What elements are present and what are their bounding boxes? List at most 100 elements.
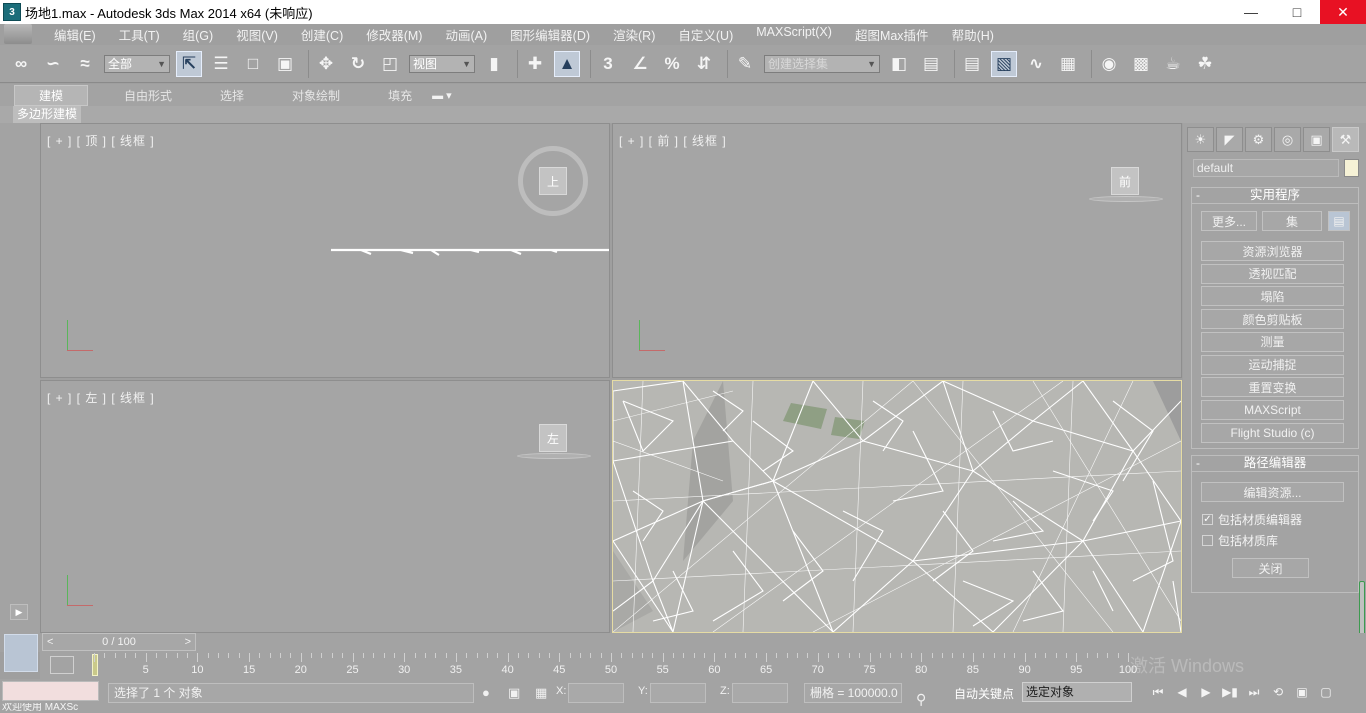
x-coordinate-field[interactable] (568, 683, 624, 703)
sets-button[interactable]: 集 (1262, 211, 1322, 231)
viewport-left[interactable]: [ + ] [ 左 ] [ 线框 ] 左 (40, 380, 610, 633)
menu-item[interactable]: 视图(V) (236, 25, 278, 44)
select-manipulate-icon[interactable]: ✚ (522, 51, 548, 77)
selection-set-dropdown[interactable]: 选定对象 (1022, 682, 1132, 702)
include-material-editor-checkbox[interactable]: ✓ 包括材质编辑器 (1202, 511, 1302, 528)
link-icon[interactable]: ∞ (8, 51, 34, 77)
graphite-ribbon-icon[interactable]: ▧ (991, 50, 1017, 77)
menu-item[interactable]: 创建(C) (301, 25, 343, 44)
menu-item[interactable]: 动画(A) (445, 25, 487, 44)
unlink-icon[interactable]: ∽ (40, 51, 66, 77)
go-to-end-icon[interactable]: ⏭ (1242, 683, 1266, 701)
close-rollout-button[interactable]: 关闭 (1232, 558, 1309, 578)
menu-item[interactable]: 修改器(M) (366, 25, 422, 44)
curve-editor-icon[interactable]: ∿ (1023, 51, 1049, 77)
orbit-icon[interactable]: ⟲ (1266, 683, 1290, 701)
viewcube-ring[interactable] (517, 453, 591, 459)
previous-frame-icon[interactable]: ◀ (1170, 683, 1194, 701)
auto-key-button[interactable]: 自动关键点 (954, 685, 1014, 702)
utility-button[interactable]: 资源浏览器 (1201, 241, 1344, 261)
viewcube-icon[interactable]: 前 (1111, 167, 1139, 195)
menu-item[interactable]: 自定义(U) (678, 25, 733, 44)
select-by-name-icon[interactable]: ☰ (208, 51, 234, 77)
menu-item[interactable]: 组(G) (183, 25, 214, 44)
tab-object-paint[interactable]: 对象绘制 (280, 85, 352, 106)
key-icon[interactable]: ⚲ (916, 691, 926, 708)
lock-selection-icon[interactable]: ▣ (508, 685, 520, 701)
utility-button[interactable]: 测量 (1201, 331, 1344, 352)
utility-button[interactable]: 运动捕捉 (1201, 354, 1344, 375)
align-icon[interactable]: ▤ (918, 51, 944, 77)
menu-item[interactable]: 编辑(E) (54, 25, 96, 44)
window-crossing-icon[interactable]: ▣ (272, 51, 298, 77)
tab-selection[interactable]: 选择 (208, 85, 256, 106)
render-production-icon[interactable]: ☘ (1192, 51, 1218, 77)
viewport-perspective[interactable] (612, 380, 1182, 633)
track-ruler[interactable]: 5 10 15 20 25 30 35 40 45 50 55 60 65 70 75 80 85 90 95 100 (92, 652, 1182, 679)
motion-tab-icon[interactable]: ◎ (1274, 127, 1301, 152)
reference-coordinate-dropdown[interactable]: 视图 ▼ (409, 54, 475, 73)
utility-button[interactable]: MAXScript (1201, 399, 1344, 420)
named-selection-dropdown[interactable]: 创建选择集 ▼ (764, 54, 880, 73)
transform-mode-icon[interactable]: ▦ (535, 685, 547, 701)
viewport-label[interactable]: [ + ] [ 顶 ] [ 线框 ] (47, 132, 155, 149)
zoom-extents-icon[interactable]: ▣ (1290, 683, 1314, 701)
viewport-layout-icon[interactable] (4, 634, 38, 672)
edit-resources-button[interactable]: 编辑资源... (1201, 482, 1344, 502)
percent-snap-icon[interactable]: % (659, 51, 685, 77)
select-object-icon[interactable]: ⇱ (176, 50, 202, 77)
ribbon-options-icon[interactable]: ▬ ▾ (432, 89, 452, 102)
schematic-view-icon[interactable]: ▦ (1055, 51, 1081, 77)
polygon-modeling-panel[interactable]: 多边形建模 (13, 106, 82, 123)
maximize-viewport-icon[interactable]: ▢ (1314, 683, 1338, 701)
edit-named-selection-icon[interactable]: ✎ (732, 51, 758, 77)
viewcube-icon[interactable]: 上 (539, 167, 567, 195)
tab-modeling[interactable]: 建模 (14, 84, 89, 106)
mirror-icon[interactable]: ◧ (886, 51, 912, 77)
path-editor-rollout-header[interactable]: - 路径编辑器 (1192, 456, 1358, 472)
bind-spacewarp-icon[interactable]: ≈ (72, 51, 98, 77)
z-coordinate-field[interactable] (732, 683, 788, 703)
menu-item[interactable]: 帮助(H) (952, 25, 994, 44)
viewport-label[interactable]: [ + ] [ 前 ] [ 线框 ] (619, 132, 727, 149)
viewport-label[interactable]: [ + ] [ 左 ] [ 线框 ] (47, 389, 155, 406)
maxscript-listener-mini[interactable] (2, 681, 99, 701)
utility-button[interactable]: 重置变换 (1201, 377, 1344, 398)
minimize-button[interactable]: — (1228, 0, 1274, 24)
more-button[interactable]: 更多... (1201, 211, 1257, 231)
angle-snap-icon[interactable]: ∠ (627, 51, 653, 77)
next-frame-button[interactable]: > (185, 634, 191, 650)
spinner-snap-icon[interactable]: ⇵ (691, 51, 717, 77)
render-setup-icon[interactable]: ▩ (1128, 51, 1154, 77)
hierarchy-tab-icon[interactable]: ⚙ (1245, 127, 1272, 152)
y-coordinate-field[interactable] (650, 683, 706, 703)
include-material-library-checkbox[interactable]: 包括材质库 (1202, 532, 1278, 549)
close-button[interactable]: ✕ (1320, 0, 1366, 24)
configure-button-sets-icon[interactable]: ▤ (1328, 211, 1350, 231)
menu-item[interactable]: MAXScript(X) (756, 25, 832, 44)
object-name-field[interactable]: default (1193, 159, 1339, 177)
utility-button[interactable]: Flight Studio (c) (1201, 422, 1344, 443)
snaps-toggle-icon[interactable]: 3 (595, 51, 621, 77)
viewport-front[interactable]: [ + ] [ 前 ] [ 线框 ] 前 (612, 123, 1182, 378)
command-panel-scrollbar[interactable] (1359, 581, 1365, 637)
keyboard-shortcut-override-icon[interactable]: ▲ (554, 50, 580, 77)
object-color-swatch[interactable] (1344, 159, 1359, 177)
select-scale-icon[interactable]: ◰ (377, 51, 403, 77)
menu-item[interactable]: 图形编辑器(D) (510, 25, 590, 44)
material-editor-icon[interactable]: ◉ (1096, 51, 1122, 77)
menu-item[interactable]: 超图Max插件 (855, 25, 929, 44)
play-icon[interactable]: ▶ (1194, 683, 1218, 701)
modify-tab-icon[interactable]: ◤ (1216, 127, 1243, 152)
utilities-rollout-header[interactable]: - 实用程序 (1192, 188, 1358, 204)
3ds-max-icon[interactable]: 3 (3, 3, 21, 21)
menu-item[interactable]: 工具(T) (119, 25, 160, 44)
go-to-start-icon[interactable]: ⏮ (1146, 683, 1170, 701)
select-move-icon[interactable]: ✥ (313, 51, 339, 77)
rendered-frame-window-icon[interactable]: ☕ (1160, 51, 1186, 77)
maximize-button[interactable]: □ (1274, 0, 1320, 24)
prev-frame-button[interactable]: < (47, 634, 53, 650)
display-tab-icon[interactable]: ▣ (1303, 127, 1330, 152)
expand-ribbon-icon[interactable]: ▶ (10, 604, 28, 620)
viewcube-ring[interactable] (1089, 196, 1163, 202)
